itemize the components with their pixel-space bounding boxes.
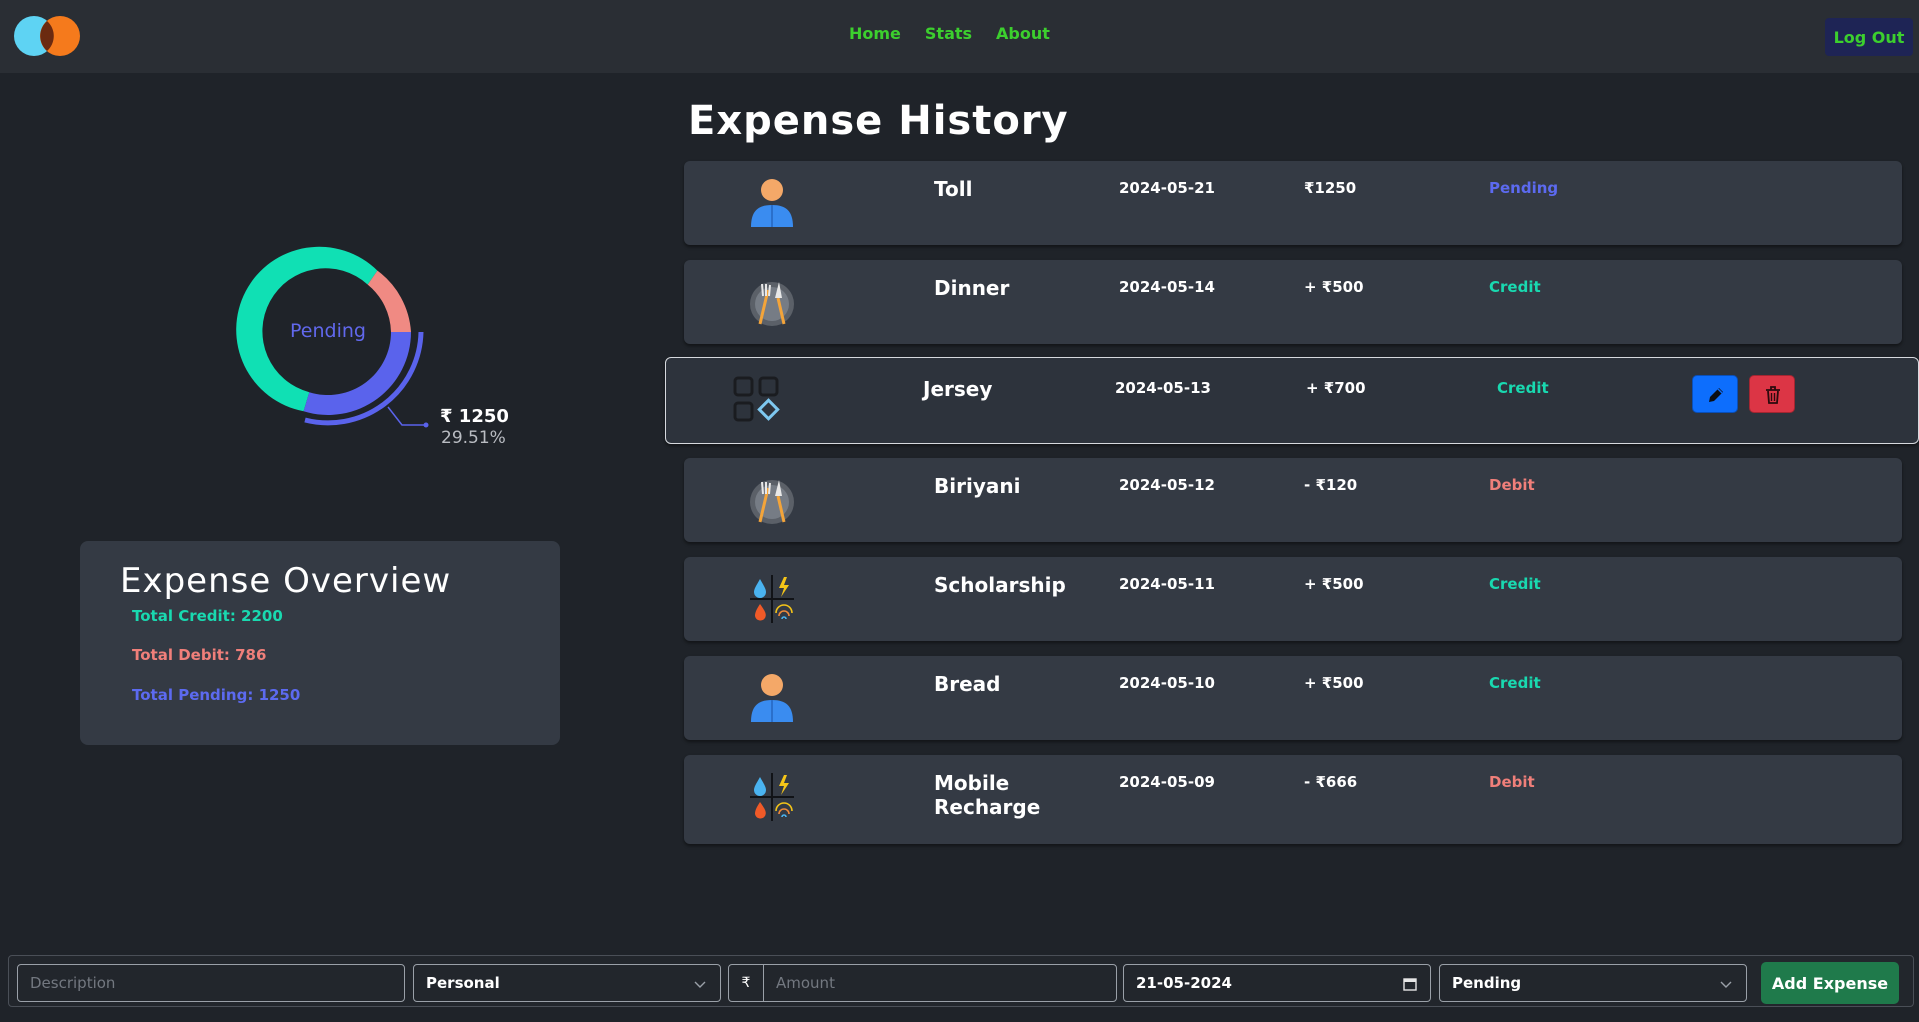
expense-amount: - ₹120 [1304,476,1358,494]
description-input[interactable]: Description [17,964,405,1002]
expense-row[interactable]: Toll 2024-05-21 ₹1250 Pending [684,161,1902,245]
person-icon [751,674,793,722]
expense-status: Pending [1489,179,1559,197]
expense-date: 2024-05-14 [1119,278,1215,296]
date-input[interactable]: 21-05-2024 [1123,964,1431,1002]
donut-pending-percent: 29.51% [441,428,506,448]
utilities-icon [750,575,794,623]
expense-date: 2024-05-09 [1119,773,1215,791]
expense-row[interactable]: Dinner 2024-05-14 + ₹500 Credit [684,260,1902,344]
expense-name: Dinner [934,276,1010,300]
dining-icon [750,282,794,326]
chevron-down-icon [694,981,706,988]
expense-amount: + ₹500 [1304,278,1364,296]
expense-status: Credit [1489,575,1541,593]
expense-date: 2024-05-11 [1119,575,1215,593]
dining-icon [750,480,794,524]
donut-pending-segment[interactable] [303,332,411,415]
expense-amount: ₹1250 [1304,179,1357,197]
donut-pending-value: ₹ 1250 [440,406,509,427]
pencil-icon [1709,388,1723,402]
utilities-icon [750,773,794,821]
expense-name: Toll [934,177,973,201]
expense-amount: + ₹500 [1304,674,1364,692]
add-expense-form: Description Personal ₹ Amount 21-05-2024… [8,955,1914,1007]
person-icon [751,179,793,227]
expense-status: Credit [1489,674,1541,692]
total-credit: Total Credit: 2200 [132,607,283,625]
nav-stats[interactable]: Stats [925,24,972,43]
expense-overview-card: Expense Overview Total Credit: 2200 Tota… [80,541,560,745]
expense-amount: - ₹666 [1304,773,1358,791]
expense-date: 2024-05-12 [1119,476,1215,494]
expense-row[interactable]: Biriyani 2024-05-12 - ₹120 Debit [684,458,1902,542]
nav-home[interactable]: Home [849,24,901,43]
total-pending: Total Pending: 1250 [132,686,301,704]
expense-name: Biriyani [934,474,1021,498]
expense-history-title: Expense History [688,98,1069,144]
expense-name: Mobile Recharge [934,771,1041,819]
categories-icon [733,376,780,422]
nav-links: Home Stats About [849,24,1050,43]
expense-status: Debit [1489,773,1535,791]
category-select[interactable]: Personal [413,964,721,1002]
chevron-down-icon [1720,981,1732,988]
edit-expense-button[interactable] [1692,375,1738,413]
delete-expense-button[interactable] [1749,375,1795,413]
app-logo[interactable] [12,14,84,58]
donut-callout-line [387,406,426,426]
expense-date: 2024-05-13 [1115,379,1211,397]
expense-amount: + ₹500 [1304,575,1364,593]
expense-row[interactable]: Scholarship 2024-05-11 + ₹500 Credit [684,557,1902,641]
expense-row[interactable]: Mobile Recharge 2024-05-09 - ₹666 Debit [684,755,1902,844]
expense-status: Credit [1497,379,1549,397]
status-select[interactable]: Pending [1439,964,1747,1002]
date-input-value: 21-05-2024 [1136,974,1232,992]
expense-name: Bread [934,672,1001,696]
amount-input[interactable]: Amount [763,964,1117,1002]
expense-date: 2024-05-10 [1119,674,1215,692]
expense-date: 2024-05-21 [1119,179,1215,197]
nav-about[interactable]: About [996,24,1050,43]
expense-name: Jersey [923,377,993,401]
expense-name: Scholarship [934,573,1066,597]
expense-status: Credit [1489,278,1541,296]
calendar-icon[interactable] [1402,976,1418,992]
expense-row[interactable]: Bread 2024-05-10 + ₹500 Credit [684,656,1902,740]
category-select-value: Personal [426,974,500,992]
donut-debit-segment[interactable] [367,270,411,332]
add-expense-button[interactable]: Add Expense [1761,962,1899,1004]
trash-icon [1766,386,1780,404]
expense-row-selected[interactable]: Jersey 2024-05-13 + ₹700 Credit [665,357,1919,444]
logout-button[interactable]: Log Out [1825,18,1913,56]
donut-center-label: Pending [290,320,366,342]
expense-status: Debit [1489,476,1535,494]
currency-symbol: ₹ [728,964,764,1002]
expense-amount: + ₹700 [1306,379,1366,397]
overview-title: Expense Overview [120,561,452,601]
total-debit: Total Debit: 786 [132,646,267,664]
navbar: Home Stats About Log Out [0,0,1919,73]
status-select-value: Pending [1452,974,1522,992]
